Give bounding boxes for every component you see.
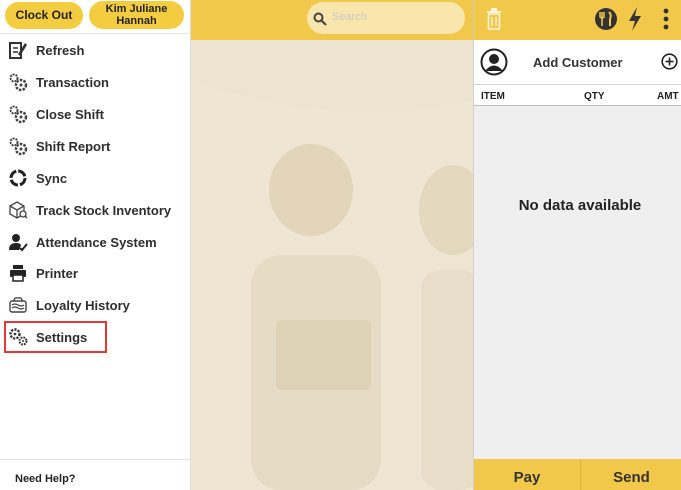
menu-label: Loyalty History <box>36 297 130 313</box>
customer-row: Add Customer <box>474 40 681 84</box>
menu-item-close-shift[interactable]: Close Shift <box>0 99 191 129</box>
user-first-name: Kim Juliane <box>105 3 168 15</box>
column-amt: AMT <box>657 91 679 102</box>
menu-item-transaction[interactable]: Transaction <box>0 67 191 97</box>
dine-in-icon[interactable] <box>594 6 618 37</box>
attendance-user-icon <box>7 231 29 253</box>
navigation-drawer: Clock Out Kim Juliane Hannah Refresh Tra… <box>0 0 191 490</box>
refresh-notepad-icon <box>7 39 29 61</box>
user-last-name: Hannah <box>116 15 157 27</box>
search-icon <box>313 12 327 26</box>
menu-label: Refresh <box>36 42 85 58</box>
add-circle-icon[interactable] <box>661 53 678 75</box>
customer-avatar-icon <box>480 48 508 81</box>
drawer-header: Clock Out Kim Juliane Hannah <box>0 0 191 34</box>
lightning-icon[interactable] <box>628 7 642 36</box>
menu-item-track-stock-inventory[interactable]: Track Stock Inventory <box>0 195 191 225</box>
loyalty-icon <box>7 294 29 316</box>
trash-icon[interactable] <box>486 8 502 35</box>
menu-item-attendance-system[interactable]: Attendance System <box>0 227 191 257</box>
cart-column-headers: ITEM QTY AMT <box>474 84 681 106</box>
search-input[interactable] <box>307 2 465 34</box>
empty-cart-message: No data available <box>518 197 642 214</box>
transaction-gears-icon <box>7 71 29 93</box>
divider <box>0 459 191 460</box>
clock-out-button[interactable]: Clock Out <box>5 2 83 29</box>
menu-item-shift-report[interactable]: Shift Report <box>0 131 191 161</box>
menu-label: Printer <box>36 265 78 281</box>
menu-label: Transaction <box>36 74 109 90</box>
column-item: ITEM <box>481 91 505 102</box>
column-qty: QTY <box>584 91 605 102</box>
add-customer-button[interactable]: Add Customer <box>533 55 623 70</box>
menu-item-loyalty-history[interactable]: Loyalty History <box>0 290 191 320</box>
cart-toolbar <box>474 0 681 40</box>
menu-label: Attendance System <box>36 234 157 250</box>
send-button[interactable]: Send <box>580 459 681 490</box>
search-placeholder: Search <box>332 11 367 23</box>
printer-icon <box>7 262 29 284</box>
need-help-link[interactable]: Need Help? <box>15 473 76 485</box>
menu-item-printer[interactable]: Printer <box>0 258 191 288</box>
close-shift-gears-icon <box>7 103 29 125</box>
menu-label: Sync <box>36 170 68 186</box>
menu-item-refresh[interactable]: Refresh <box>0 35 191 65</box>
cart-panel: Add Customer ITEM QTY AMT No data availa… <box>473 0 681 490</box>
background-photo <box>191 40 473 490</box>
more-options-icon[interactable] <box>663 8 669 35</box>
sync-icon <box>7 167 29 189</box>
background-area <box>191 0 473 490</box>
user-name-button[interactable]: Kim Juliane Hannah <box>89 1 184 29</box>
settings-highlight-box <box>4 321 107 353</box>
shift-report-gears-icon <box>7 135 29 157</box>
menu-label: Shift Report <box>36 138 111 154</box>
inventory-box-icon <box>7 199 29 221</box>
menu-item-sync[interactable]: Sync <box>0 163 191 193</box>
pay-button[interactable]: Pay <box>474 459 580 490</box>
menu-label: Close Shift <box>36 106 104 122</box>
menu-label: Track Stock Inventory <box>36 202 172 218</box>
